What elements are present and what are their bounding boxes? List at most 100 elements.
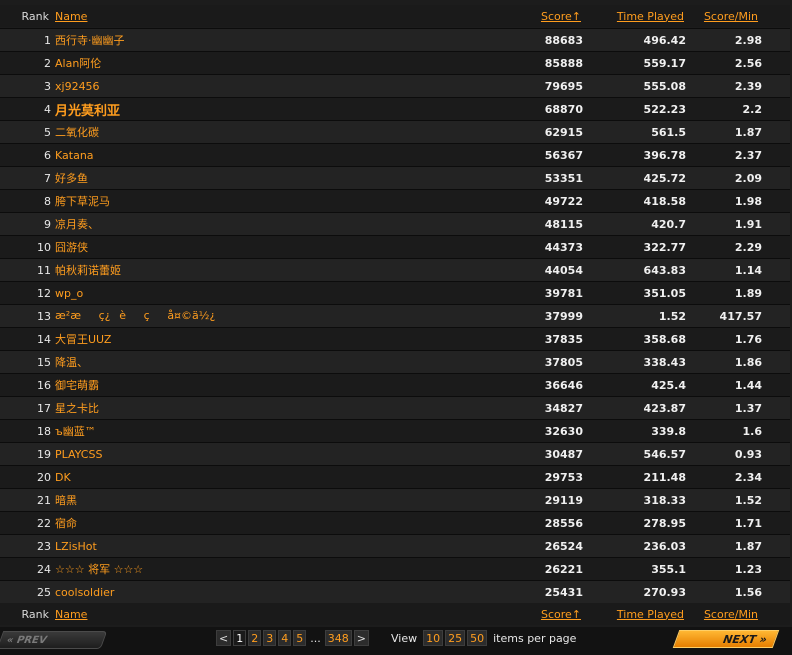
rank-cell: 15 [37,355,51,369]
rank-cell: 18 [37,424,51,438]
page-next-arrow[interactable]: > [353,630,369,646]
player-name-link[interactable]: 二氧化碳 [55,124,488,140]
per-page-25[interactable]: 25 [445,630,466,646]
player-name-link[interactable]: PLAYCSS [55,448,488,461]
score-per-min-cell: 1.23 [734,562,762,576]
score-per-min-cell: 2.34 [734,470,762,484]
score-per-min-cell: 1.71 [734,516,762,530]
per-page-50[interactable]: 50 [467,630,488,646]
rank-cell: 3 [44,79,51,93]
score-cell: 79695 [544,79,583,93]
player-name-link[interactable]: 胯下草泥马 [55,193,488,209]
score-sort-link[interactable]: Score↑ [488,608,587,621]
player-name-link[interactable]: 星之卡比 [55,400,488,416]
rank-cell: 10 [37,240,51,254]
player-name-link[interactable]: 帕秋莉诺蕾姬 [55,262,488,278]
player-name-link[interactable]: 大冒王UUZ [55,331,488,347]
rank-cell: 20 [37,470,51,484]
table-row: 18 ъ幽蓝™ 32630 339.8 1.6 [0,419,790,442]
name-sort-link[interactable]: Name [55,608,488,621]
score-per-min-sort-link[interactable]: Score/Min [688,10,772,23]
time-played-cell: 561.5 [651,125,686,139]
table-header: Rank Name Score↑ Time Played Score/Min [0,5,790,27]
table-row: 20 DK 29753 211.48 2.34 [0,465,790,488]
table-row: 6 Katana 56367 396.78 2.37 [0,143,790,166]
page-prev-arrow[interactable]: < [216,630,232,646]
rank-cell: 2 [44,56,51,70]
score-cell: 36646 [544,378,583,392]
score-per-min-cell: 1.76 [734,332,762,346]
player-name-link[interactable]: 御宅萌霸 [55,377,488,393]
rank-cell: 1 [44,33,51,47]
next-button[interactable]: NEXT » [672,630,780,648]
table-row: 2 Alan阿伦 85888 559.17 2.56 [0,51,790,74]
score-cell: 44054 [544,263,583,277]
score-sort-link[interactable]: Score↑ [488,10,587,23]
player-name-link[interactable]: 降温、 [55,354,488,370]
page-link-last[interactable]: 348 [324,630,352,646]
player-name-link[interactable]: 宿命 [55,515,488,531]
score-cell: 48115 [544,217,583,231]
page-link-2[interactable]: 2 [248,630,262,646]
player-name-link[interactable]: 西行寺·幽幽子 [55,32,488,48]
time-played-cell: 420.7 [651,217,686,231]
time-played-sort-link[interactable]: Time Played [587,10,688,23]
player-name-link[interactable]: 凉月奏、 [55,216,488,232]
rank-cell: 4 [44,102,51,116]
player-name-link[interactable]: 暗黑 [55,492,488,508]
score-per-min-cell: 0.93 [734,447,762,461]
player-name-link[interactable]: ъ幽蓝™ [55,423,488,439]
player-name-link[interactable]: LZisHot [55,540,488,553]
rank-cell: 13 [37,309,51,323]
table-row: 19 PLAYCSS 30487 546.57 0.93 [0,442,790,465]
time-played-cell: 555.08 [643,79,686,93]
page-link-3[interactable]: 3 [263,630,277,646]
rank-cell: 7 [44,171,51,185]
score-per-min-cell: 2.39 [734,79,762,93]
rank-cell: 5 [44,125,51,139]
table-row: 13 æ²æç¿èçå¤©ä½¿ 37999 1.52 417.57 [0,304,790,327]
score-per-min-cell: 1.56 [734,585,762,599]
view-label: View [391,631,418,645]
time-played-cell: 425.72 [643,171,686,185]
player-name-link[interactable]: wp_o [55,287,488,300]
score-cell: 32630 [544,424,583,438]
score-cell: 28556 [544,516,583,530]
page-link-1[interactable]: 1 [233,630,247,646]
table-row: 23 LZisHot 26524 236.03 1.87 [0,534,790,557]
table-row: 7 好多鱼 53351 425.72 2.09 [0,166,790,189]
page-link-5[interactable]: 5 [293,630,307,646]
rank-cell: 17 [37,401,51,415]
page-ellipsis: ... [310,631,321,645]
score-per-min-sort-link[interactable]: Score/Min [688,608,772,621]
page-link-4[interactable]: 4 [278,630,292,646]
score-cell: 39781 [544,286,583,300]
pagination: < 1 2 3 4 5 ... 348 > [216,630,369,646]
player-name-link[interactable]: æ²æç¿èçå¤©ä½¿ [55,309,488,323]
score-per-min-cell: 1.14 [734,263,762,277]
score-cell: 53351 [544,171,583,185]
player-name-link[interactable]: Alan阿伦 [55,55,488,71]
player-name-link[interactable]: Katana [55,149,488,162]
rank-cell: 14 [37,332,51,346]
player-name-link[interactable]: 囧游侠 [55,239,488,255]
name-sort-link[interactable]: Name [55,10,488,23]
score-cell: 68870 [544,102,583,116]
table-row: 21 暗黑 29119 318.33 1.52 [0,488,790,511]
per-page-10[interactable]: 10 [423,630,444,646]
time-played-cell: 496.42 [643,33,686,47]
score-per-min-cell: 1.44 [734,378,762,392]
player-name-link[interactable]: xj92456 [55,80,488,93]
time-played-cell: 396.78 [643,148,686,162]
player-name-link[interactable]: 月光莫利亚 [55,100,488,119]
prev-label: « PREV [4,634,49,646]
rank-cell: 9 [44,217,51,231]
player-name-link[interactable]: DK [55,471,488,484]
player-name-link[interactable]: 好多鱼 [55,170,488,186]
prev-button[interactable]: « PREV [0,631,108,649]
time-played-sort-link[interactable]: Time Played [587,608,688,621]
player-name-link[interactable]: ☆☆☆ 将军 ☆☆☆ [55,561,488,577]
player-name-link[interactable]: coolsoldier [55,586,488,599]
table-row: 5 二氧化碳 62915 561.5 1.87 [0,120,790,143]
score-cell: 56367 [544,148,583,162]
